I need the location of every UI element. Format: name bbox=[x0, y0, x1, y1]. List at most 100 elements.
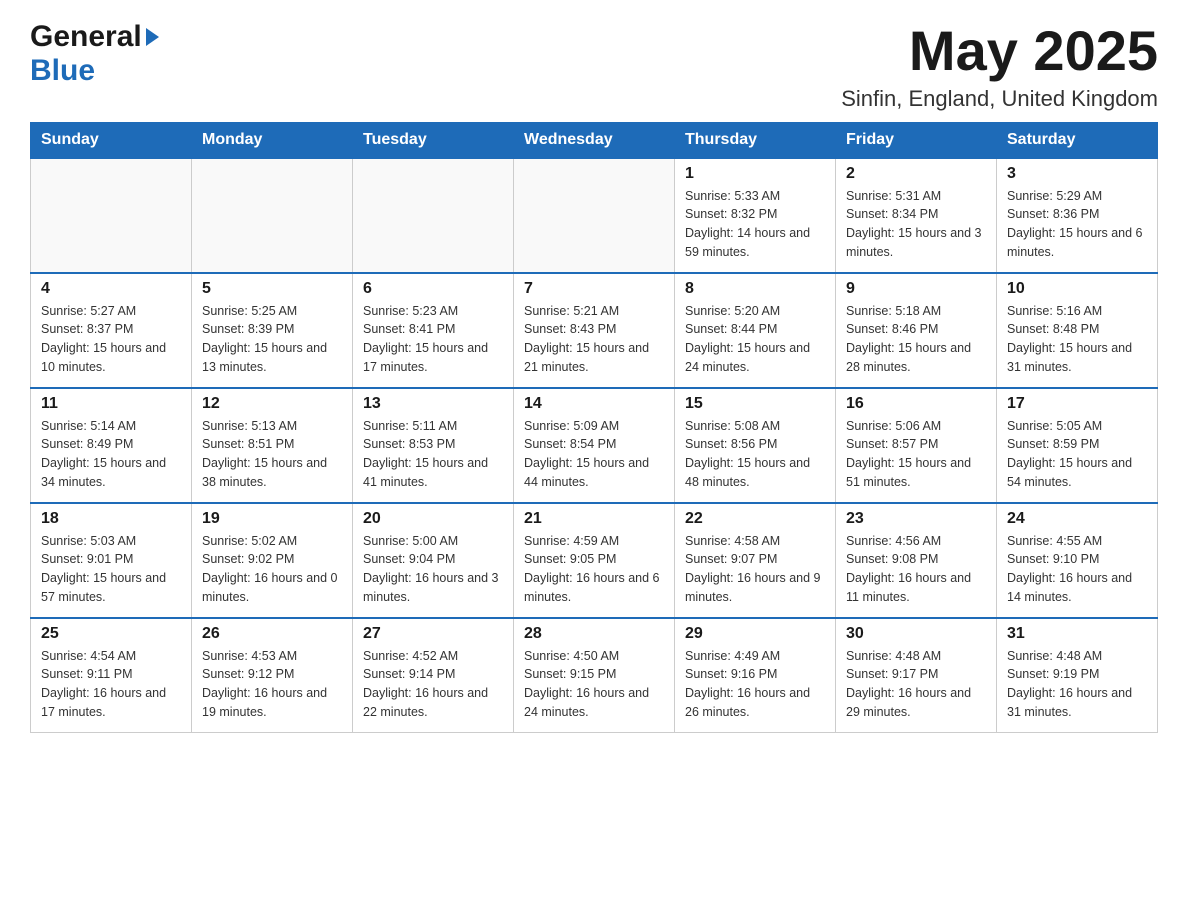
day-number: 21 bbox=[524, 510, 664, 528]
month-year-title: May 2025 bbox=[841, 20, 1158, 82]
day-info: Sunrise: 4:55 AMSunset: 9:10 PMDaylight:… bbox=[1007, 532, 1147, 607]
day-number: 23 bbox=[846, 510, 986, 528]
day-number: 1 bbox=[685, 165, 825, 183]
day-number: 6 bbox=[363, 280, 503, 298]
day-info: Sunrise: 5:33 AMSunset: 8:32 PMDaylight:… bbox=[685, 187, 825, 262]
day-info: Sunrise: 5:14 AMSunset: 8:49 PMDaylight:… bbox=[41, 417, 181, 492]
day-number: 29 bbox=[685, 625, 825, 643]
calendar-cell: 14Sunrise: 5:09 AMSunset: 8:54 PMDayligh… bbox=[514, 388, 675, 503]
calendar-cell: 27 Sunrise: 4:52 AMSunset: 9:14 PMDayligh… bbox=[353, 618, 514, 733]
calendar-cell bbox=[353, 158, 514, 273]
calendar-body: 1 Sunrise: 5:33 AMSunset: 8:32 PMDaylight… bbox=[31, 158, 1158, 733]
logo: General Blue bbox=[30, 20, 159, 88]
day-number: 20 bbox=[363, 510, 503, 528]
day-number: 26 bbox=[202, 625, 342, 643]
day-info: Sunrise: 4:58 AMSunset: 9:07 PMDaylight:… bbox=[685, 532, 825, 607]
day-info: Sunrise: 4:48 AMSunset: 9:17 PMDaylight:… bbox=[846, 647, 986, 722]
day-number: 10 bbox=[1007, 280, 1147, 298]
day-info: Sunrise: 4:52 AMSunset: 9:14 PMDaylight:… bbox=[363, 647, 503, 722]
day-info: Sunrise: 5:21 AMSunset: 8:43 PMDaylight:… bbox=[524, 302, 664, 377]
day-info: Sunrise: 5:25 AMSunset: 8:39 PMDaylight:… bbox=[202, 302, 342, 377]
calendar-cell: 20 Sunrise: 5:00 AMSunset: 9:04 PMDayligh… bbox=[353, 503, 514, 618]
calendar-week-row: 25 Sunrise: 4:54 AMSunset: 9:11 PMDayligh… bbox=[31, 618, 1158, 733]
col-monday: Monday bbox=[192, 122, 353, 158]
col-thursday: Thursday bbox=[675, 122, 836, 158]
location-subtitle: Sinfin, England, United Kingdom bbox=[841, 86, 1158, 112]
day-number: 8 bbox=[685, 280, 825, 298]
calendar-cell: 18 Sunrise: 5:03 AMSunset: 9:01 PMDayligh… bbox=[31, 503, 192, 618]
day-number: 12 bbox=[202, 395, 342, 413]
calendar-cell: 26 Sunrise: 4:53 AMSunset: 9:12 PMDayligh… bbox=[192, 618, 353, 733]
calendar-cell: 19Sunrise: 5:02 AMSunset: 9:02 PMDayligh… bbox=[192, 503, 353, 618]
day-number: 19 bbox=[202, 510, 342, 528]
calendar-cell: 30Sunrise: 4:48 AMSunset: 9:17 PMDayligh… bbox=[836, 618, 997, 733]
day-number: 25 bbox=[41, 625, 181, 643]
day-info: Sunrise: 4:59 AMSunset: 9:05 PMDaylight:… bbox=[524, 532, 664, 607]
day-number: 31 bbox=[1007, 625, 1147, 643]
calendar-cell: 17Sunrise: 5:05 AMSunset: 8:59 PMDayligh… bbox=[997, 388, 1158, 503]
col-friday: Friday bbox=[836, 122, 997, 158]
calendar-cell: 7 Sunrise: 5:21 AMSunset: 8:43 PMDaylight… bbox=[514, 273, 675, 388]
day-number: 9 bbox=[846, 280, 986, 298]
day-info: Sunrise: 5:27 AMSunset: 8:37 PMDaylight:… bbox=[41, 302, 181, 377]
logo-triangle-icon bbox=[146, 28, 159, 46]
calendar-cell: 12 Sunrise: 5:13 AMSunset: 8:51 PMDayligh… bbox=[192, 388, 353, 503]
calendar-week-row: 11 Sunrise: 5:14 AMSunset: 8:49 PMDayligh… bbox=[31, 388, 1158, 503]
calendar-table: Sunday Monday Tuesday Wednesday Thursday… bbox=[30, 122, 1158, 733]
calendar-cell: 2Sunrise: 5:31 AMSunset: 8:34 PMDaylight… bbox=[836, 158, 997, 273]
day-info: Sunrise: 4:53 AMSunset: 9:12 PMDaylight:… bbox=[202, 647, 342, 722]
calendar-cell: 25 Sunrise: 4:54 AMSunset: 9:11 PMDayligh… bbox=[31, 618, 192, 733]
calendar-cell bbox=[31, 158, 192, 273]
calendar-week-row: 18 Sunrise: 5:03 AMSunset: 9:01 PMDayligh… bbox=[31, 503, 1158, 618]
calendar-cell: 24 Sunrise: 4:55 AMSunset: 9:10 PMDayligh… bbox=[997, 503, 1158, 618]
day-info: Sunrise: 4:54 AMSunset: 9:11 PMDaylight:… bbox=[41, 647, 181, 722]
day-number: 3 bbox=[1007, 165, 1147, 183]
calendar-cell: 16 Sunrise: 5:06 AMSunset: 8:57 PMDayligh… bbox=[836, 388, 997, 503]
day-number: 2 bbox=[846, 165, 986, 183]
day-number: 15 bbox=[685, 395, 825, 413]
calendar-cell: 10 Sunrise: 5:16 AMSunset: 8:48 PMDayligh… bbox=[997, 273, 1158, 388]
calendar-cell: 29 Sunrise: 4:49 AMSunset: 9:16 PMDayligh… bbox=[675, 618, 836, 733]
calendar-header-row: Sunday Monday Tuesday Wednesday Thursday… bbox=[31, 122, 1158, 158]
day-info: Sunrise: 5:08 AMSunset: 8:56 PMDaylight:… bbox=[685, 417, 825, 492]
day-info: Sunrise: 4:48 AMSunset: 9:19 PMDaylight:… bbox=[1007, 647, 1147, 722]
day-info: Sunrise: 5:06 AMSunset: 8:57 PMDaylight:… bbox=[846, 417, 986, 492]
day-info: Sunrise: 5:29 AMSunset: 8:36 PMDaylight:… bbox=[1007, 187, 1147, 262]
day-info: Sunrise: 5:20 AMSunset: 8:44 PMDaylight:… bbox=[685, 302, 825, 377]
logo-blue-text: Blue bbox=[30, 54, 95, 87]
col-saturday: Saturday bbox=[997, 122, 1158, 158]
day-number: 18 bbox=[41, 510, 181, 528]
day-number: 27 bbox=[363, 625, 503, 643]
day-number: 16 bbox=[846, 395, 986, 413]
day-info: Sunrise: 5:23 AMSunset: 8:41 PMDaylight:… bbox=[363, 302, 503, 377]
calendar-cell: 1 Sunrise: 5:33 AMSunset: 8:32 PMDaylight… bbox=[675, 158, 836, 273]
calendar-cell: 23Sunrise: 4:56 AMSunset: 9:08 PMDayligh… bbox=[836, 503, 997, 618]
day-info: Sunrise: 5:16 AMSunset: 8:48 PMDaylight:… bbox=[1007, 302, 1147, 377]
title-area: May 2025 Sinfin, England, United Kingdom bbox=[841, 20, 1158, 112]
calendar-cell: 8 Sunrise: 5:20 AMSunset: 8:44 PMDaylight… bbox=[675, 273, 836, 388]
day-number: 11 bbox=[41, 395, 181, 413]
day-info: Sunrise: 5:13 AMSunset: 8:51 PMDaylight:… bbox=[202, 417, 342, 492]
day-number: 13 bbox=[363, 395, 503, 413]
day-info: Sunrise: 5:18 AMSunset: 8:46 PMDaylight:… bbox=[846, 302, 986, 377]
day-number: 14 bbox=[524, 395, 664, 413]
calendar-cell: 13 Sunrise: 5:11 AMSunset: 8:53 PMDayligh… bbox=[353, 388, 514, 503]
day-info: Sunrise: 5:11 AMSunset: 8:53 PMDaylight:… bbox=[363, 417, 503, 492]
calendar-week-row: 1 Sunrise: 5:33 AMSunset: 8:32 PMDaylight… bbox=[31, 158, 1158, 273]
day-number: 7 bbox=[524, 280, 664, 298]
day-number: 22 bbox=[685, 510, 825, 528]
calendar-cell: 31 Sunrise: 4:48 AMSunset: 9:19 PMDayligh… bbox=[997, 618, 1158, 733]
day-number: 24 bbox=[1007, 510, 1147, 528]
col-tuesday: Tuesday bbox=[353, 122, 514, 158]
calendar-cell bbox=[514, 158, 675, 273]
col-wednesday: Wednesday bbox=[514, 122, 675, 158]
day-info: Sunrise: 4:49 AMSunset: 9:16 PMDaylight:… bbox=[685, 647, 825, 722]
day-number: 28 bbox=[524, 625, 664, 643]
calendar-cell: 15 Sunrise: 5:08 AMSunset: 8:56 PMDayligh… bbox=[675, 388, 836, 503]
calendar-cell: 9 Sunrise: 5:18 AMSunset: 8:46 PMDaylight… bbox=[836, 273, 997, 388]
logo-general-text: General bbox=[30, 20, 142, 54]
day-info: Sunrise: 5:00 AMSunset: 9:04 PMDaylight:… bbox=[363, 532, 503, 607]
col-sunday: Sunday bbox=[31, 122, 192, 158]
calendar-week-row: 4Sunrise: 5:27 AMSunset: 8:37 PMDaylight… bbox=[31, 273, 1158, 388]
day-info: Sunrise: 5:03 AMSunset: 9:01 PMDaylight:… bbox=[41, 532, 181, 607]
